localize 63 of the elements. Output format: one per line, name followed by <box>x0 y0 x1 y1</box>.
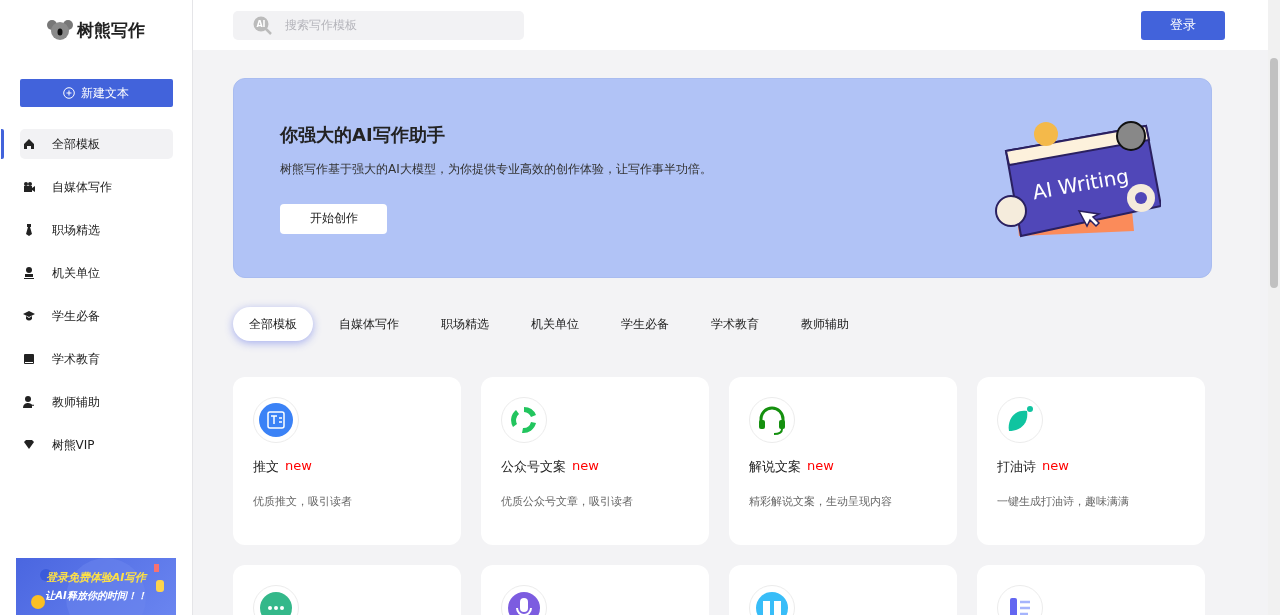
new-label: new <box>1042 458 1069 475</box>
card-title: 打油诗 <box>997 458 1036 476</box>
sidebar-item[interactable]: 机关单位 <box>19 258 173 288</box>
new-label: new <box>285 458 312 475</box>
category-tab[interactable]: 职场精选 <box>425 307 505 341</box>
scrollbar[interactable] <box>1268 0 1280 615</box>
template-card[interactable]: 解说文案 new 精彩解说文案，生动呈现内容 <box>729 377 957 545</box>
new-label: new <box>572 458 599 475</box>
sidebar-label: 学生必备 <box>51 307 100 325</box>
chat-icon <box>259 591 293 615</box>
stamp-icon <box>22 267 35 279</box>
category-tab[interactable]: 全部模板 <box>233 307 313 341</box>
card-description: 优质公众号文章，吸引读者 <box>501 494 634 509</box>
sidebar-item[interactable]: 教师辅助 <box>19 387 173 417</box>
card-description: 一键生成打油诗，趣味满满 <box>997 494 1130 509</box>
category-tab[interactable]: 学术教育 <box>695 307 775 341</box>
open-book-icon <box>755 591 789 615</box>
promo-banner[interactable]: 登录免费体验AI写作 让AI释放你的时间！！ <box>16 558 176 615</box>
promo-title: 登录免费体验AI写作 <box>45 570 147 585</box>
brand-name: 树熊写作 <box>77 18 145 42</box>
plus-circle-icon <box>63 87 75 99</box>
category-tab[interactable]: 学生必备 <box>605 307 685 341</box>
sidebar-item[interactable]: 学术教育 <box>19 344 173 374</box>
gem-icon <box>22 439 35 451</box>
mic-icon <box>507 591 541 615</box>
new-text-button[interactable]: 新建文本 <box>19 79 173 107</box>
template-card[interactable]: 推文 new 优质推文，吸引读者 <box>233 377 461 545</box>
sidebar-label: 机关单位 <box>51 264 100 282</box>
card-title: 公众号文案 <box>501 458 566 476</box>
new-label: new <box>807 458 834 475</box>
book-icon <box>22 353 35 365</box>
sidebar-label: 树熊VIP <box>51 436 95 454</box>
category-tab[interactable]: 教师辅助 <box>785 307 865 341</box>
home-icon <box>22 138 35 150</box>
card-description: 精彩解说文案，生动呈现内容 <box>749 494 893 509</box>
active-indicator <box>0 129 4 159</box>
sidebar-label: 学术教育 <box>51 350 100 368</box>
sidebar-label: 教师辅助 <box>51 393 100 411</box>
card-description: 优质推文，吸引读者 <box>253 494 353 509</box>
sidebar-item[interactable]: 学生必备 <box>19 301 173 331</box>
card-title: 解说文案 <box>749 458 801 476</box>
koala-logo-icon <box>47 19 73 41</box>
cap-icon <box>22 310 35 322</box>
template-card[interactable]: 公众号文案 new 优质公众号文章，吸引读者 <box>481 377 709 545</box>
hero-description: 树熊写作基于强大的AI大模型，为你提供专业高效的创作体验，让写作事半功倍。 <box>280 160 712 178</box>
hero-title: 你强大的AI写作助手 <box>280 122 446 147</box>
sidebar-item[interactable]: 自媒体写作 <box>19 172 173 202</box>
template-card[interactable]: 打油诗 new 一键生成打油诗，趣味满满 <box>977 377 1205 545</box>
scrollbar-thumb[interactable] <box>1270 58 1278 288</box>
sidebar-label: 职场精选 <box>51 221 100 239</box>
teacher-icon <box>22 396 35 408</box>
category-tab[interactable]: 机关单位 <box>515 307 595 341</box>
promo-subtitle: 让AI释放你的时间！！ <box>45 589 147 603</box>
sidebar-label: 自媒体写作 <box>51 178 112 196</box>
sidebar-label: 全部模板 <box>51 135 100 153</box>
start-button[interactable]: 开始创作 <box>280 203 387 234</box>
card-title: 推文 <box>253 458 279 476</box>
sidebar-item[interactable]: 树熊VIP <box>19 430 173 460</box>
doc-icon <box>259 403 293 437</box>
login-button[interactable]: 登录 <box>1141 10 1225 40</box>
category-tab[interactable]: 自媒体写作 <box>323 307 415 341</box>
camera-icon <box>22 181 35 193</box>
sidebar-item[interactable]: 职场精选 <box>19 215 173 245</box>
